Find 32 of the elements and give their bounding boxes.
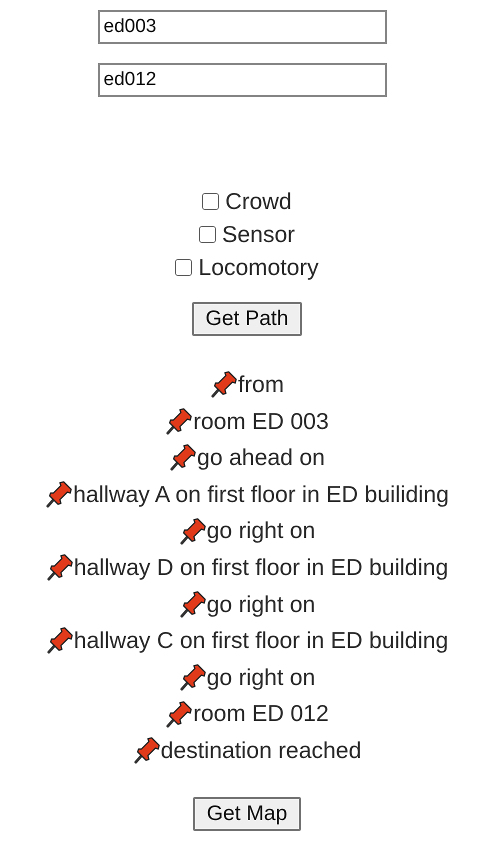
pushpin-icon: [165, 700, 194, 728]
step-text: from: [238, 370, 284, 399]
checkbox-label: Sensor: [222, 220, 295, 249]
get-map-button[interactable]: Get Map: [192, 796, 302, 831]
step-text: go right on: [206, 662, 316, 692]
pushpin-icon: [165, 406, 194, 435]
step-text: room ED 012: [193, 699, 329, 728]
pushpin-icon: [46, 626, 74, 654]
pushpin-icon: [178, 516, 207, 545]
checkbox[interactable]: [175, 259, 192, 276]
pushpin-icon: [45, 480, 74, 508]
pushpin-icon: [169, 443, 198, 472]
checkbox-label: Locomotory: [198, 253, 319, 282]
step-text: hallway A on first floor in ED builiding: [73, 480, 449, 509]
pushpin-icon: [46, 553, 74, 582]
pushpin-icon: [210, 370, 238, 398]
get-path-button[interactable]: Get Path: [192, 302, 302, 336]
step-text: go right on: [206, 590, 316, 619]
step-text: destination reached: [160, 736, 362, 765]
checkbox[interactable]: [199, 226, 216, 243]
text-input[interactable]: ed003: [98, 10, 386, 44]
step-text: go right on: [206, 516, 316, 546]
checkbox[interactable]: [202, 193, 220, 210]
text-input[interactable]: ed012: [98, 63, 386, 97]
pushpin-icon: [132, 736, 161, 764]
step-text: room ED 003: [193, 406, 329, 436]
pushpin-icon: [178, 663, 207, 692]
step-text: hallway C on first floor in ED building: [74, 626, 448, 656]
pushpin-icon: [178, 590, 207, 618]
step-text: hallway D on first floor in ED building: [74, 552, 448, 582]
step-text: go ahead on: [197, 443, 325, 472]
checkbox-label: Crowd: [225, 187, 292, 216]
